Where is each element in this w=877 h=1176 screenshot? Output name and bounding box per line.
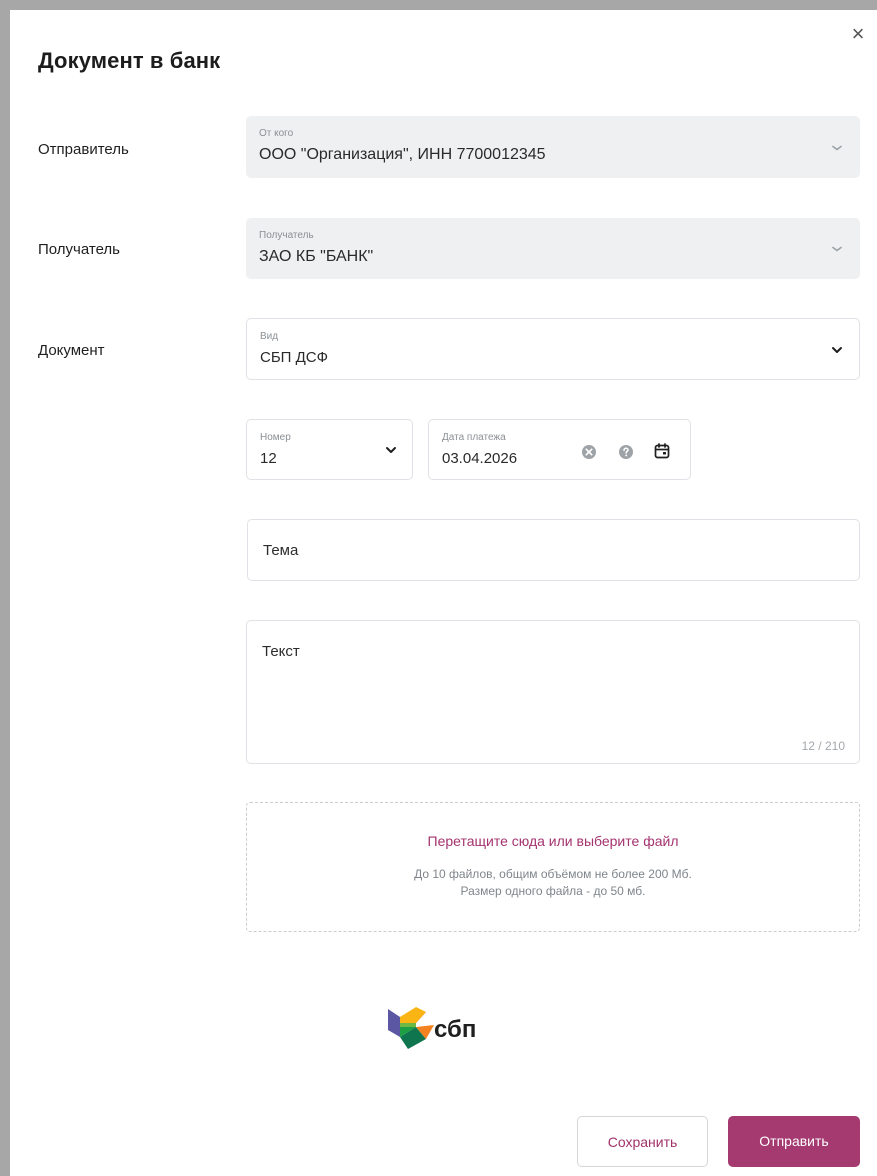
recipient-label: Получатель: [38, 241, 120, 258]
number-select[interactable]: Номер 12: [246, 419, 413, 480]
dropzone-hint-limit: До 10 файлов, общим объёмом не более 200…: [414, 867, 692, 881]
sender-caption: От кого: [259, 128, 294, 139]
save-button[interactable]: Сохранить: [577, 1116, 708, 1167]
window-frame-left: [0, 0, 10, 1176]
sbp-logo-text: сбп: [434, 1016, 476, 1043]
close-icon[interactable]: ×: [846, 22, 870, 46]
window-frame-top: [0, 0, 877, 10]
text-char-counter: 12 / 210: [801, 739, 845, 753]
recipient-value: ЗАО КБ "БАНК": [259, 248, 374, 265]
chevron-down-icon: [832, 246, 842, 252]
sender-select[interactable]: От кого ООО "Организация", ИНН 770001234…: [246, 116, 860, 178]
text-placeholder: Текст: [262, 643, 300, 660]
clear-icon[interactable]: [580, 443, 598, 461]
send-button[interactable]: Отправить: [728, 1116, 860, 1167]
subject-input[interactable]: Тема: [247, 519, 860, 581]
sbp-logo: сбп: [388, 1007, 476, 1049]
chevron-down-icon: [832, 347, 842, 353]
sender-label: Отправитель: [38, 141, 129, 158]
payment-date-value: 03.04.2026: [442, 450, 518, 467]
document-type-caption: Вид: [260, 331, 279, 342]
subject-placeholder: Тема: [263, 542, 299, 559]
payment-date-field[interactable]: Дата платежа 03.04.2026: [428, 419, 691, 480]
payment-date-caption: Дата платежа: [442, 432, 506, 443]
document-type-select[interactable]: Вид СБП ДСФ: [246, 318, 860, 380]
chevron-down-icon: [386, 447, 396, 453]
file-dropzone[interactable]: Перетащите сюда или выберите файл До 10 …: [246, 802, 860, 932]
recipient-select[interactable]: Получатель ЗАО КБ "БАНК": [246, 218, 860, 279]
chevron-down-icon: [832, 145, 842, 151]
dialog-title: Документ в банк: [38, 48, 221, 73]
text-area[interactable]: Текст 12 / 210: [246, 620, 860, 764]
document-type-value: СБП ДСФ: [260, 349, 329, 366]
dropzone-hint-size: Размер одного файла - до 50 мб.: [460, 884, 646, 898]
document-label: Документ: [38, 342, 105, 359]
sender-value: ООО "Организация", ИНН 7700012345: [259, 146, 546, 163]
number-caption: Номер: [260, 432, 291, 443]
document-dialog: [10, 10, 877, 1176]
select-file-link[interactable]: Перетащите сюда или выберите файл: [247, 833, 859, 849]
help-icon[interactable]: [617, 443, 635, 461]
recipient-caption: Получатель: [259, 230, 314, 241]
calendar-icon[interactable]: [653, 442, 671, 460]
number-value: 12: [260, 450, 277, 467]
